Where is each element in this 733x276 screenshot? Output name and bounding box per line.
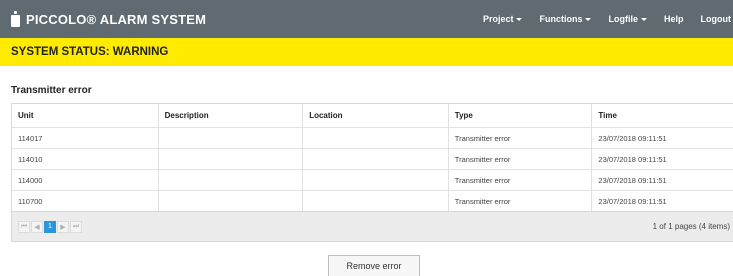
menu-logfile-label: Logfile xyxy=(608,14,638,24)
error-grid: Unit Description Location Type Time 1140… xyxy=(11,103,733,242)
caret-down-icon xyxy=(585,17,592,21)
menu-logout[interactable]: Logout xyxy=(701,14,732,24)
table-row[interactable]: 110700 Transmitter error 23/07/2018 09:1… xyxy=(12,190,733,211)
menu-help[interactable]: Help xyxy=(664,14,684,24)
cell-location xyxy=(302,128,448,148)
section-title: Transmitter error xyxy=(11,85,92,96)
column-header-time[interactable]: Time xyxy=(591,104,733,127)
cell-location xyxy=(302,149,448,169)
next-page-button[interactable]: ▶ xyxy=(57,220,69,233)
caret-down-icon xyxy=(640,17,647,21)
cell-unit: 114000 xyxy=(18,175,43,185)
cell-type: Transmitter error xyxy=(447,128,592,148)
menu-logfile[interactable]: Logfile xyxy=(608,14,647,24)
table-row[interactable]: 114017 Transmitter error 23/07/2018 09:1… xyxy=(12,127,733,148)
first-page-button[interactable]: ⏮ xyxy=(18,220,30,233)
nav-menu: Project Functions Logfile Help Logout xyxy=(483,0,733,38)
cell-type: Transmitter error xyxy=(447,170,592,190)
pager-info: 1 of 1 pages (4 items) xyxy=(652,222,730,231)
cell-description xyxy=(157,128,303,148)
menu-help-label: Help xyxy=(663,14,684,24)
menu-project[interactable]: Project xyxy=(483,14,523,24)
cell-type: Transmitter error xyxy=(447,149,592,169)
menu-project-label: Project xyxy=(482,14,514,24)
pager: ⏮ ◀ 1 ▶ ⏭ 1 of 1 pages (4 items) xyxy=(12,211,733,241)
grid-header-row: Unit Description Location Type Time xyxy=(12,104,733,127)
table-row[interactable]: 114000 Transmitter error 23/07/2018 09:1… xyxy=(12,169,733,190)
cell-description xyxy=(157,149,303,169)
cell-unit: 110700 xyxy=(18,196,43,206)
menu-functions[interactable]: Functions xyxy=(539,14,592,24)
cell-unit: 114017 xyxy=(18,133,43,143)
piccolo-logo-icon xyxy=(11,11,20,27)
caret-down-icon xyxy=(516,17,523,21)
cell-description xyxy=(157,170,303,190)
cell-location xyxy=(302,170,448,190)
prev-page-button[interactable]: ◀ xyxy=(31,220,43,233)
cell-unit: 114010 xyxy=(18,154,43,164)
menu-logout-label: Logout xyxy=(700,14,732,24)
system-status-text: SYSTEM STATUS: WARNING xyxy=(11,46,169,58)
remove-error-button[interactable]: Remove error xyxy=(328,255,420,276)
last-page-button[interactable]: ⏭ xyxy=(70,220,82,233)
column-header-unit[interactable]: Unit xyxy=(12,104,158,127)
cell-time: 23/07/2018 09:11:51 xyxy=(591,191,733,211)
cell-location xyxy=(302,191,448,211)
column-header-description[interactable]: Description xyxy=(157,104,303,127)
column-header-location[interactable]: Location xyxy=(302,104,448,127)
page-1-button[interactable]: 1 xyxy=(44,220,56,233)
system-status-bar: SYSTEM STATUS: WARNING xyxy=(0,38,733,66)
menu-functions-label: Functions xyxy=(539,14,583,24)
cell-description xyxy=(157,191,303,211)
cell-time: 23/07/2018 09:11:51 xyxy=(591,149,733,169)
cell-time: 23/07/2018 09:11:51 xyxy=(591,128,733,148)
brand-title: PICCOLO® ALARM SYSTEM xyxy=(26,11,207,27)
top-navbar: PICCOLO® ALARM SYSTEM Project Functions … xyxy=(0,0,733,38)
column-header-type[interactable]: Type xyxy=(447,104,592,127)
brand[interactable]: PICCOLO® ALARM SYSTEM xyxy=(11,11,206,27)
cell-type: Transmitter error xyxy=(447,191,592,211)
cell-time: 23/07/2018 09:11:51 xyxy=(591,170,733,190)
table-row[interactable]: 114010 Transmitter error 23/07/2018 09:1… xyxy=(12,148,733,169)
